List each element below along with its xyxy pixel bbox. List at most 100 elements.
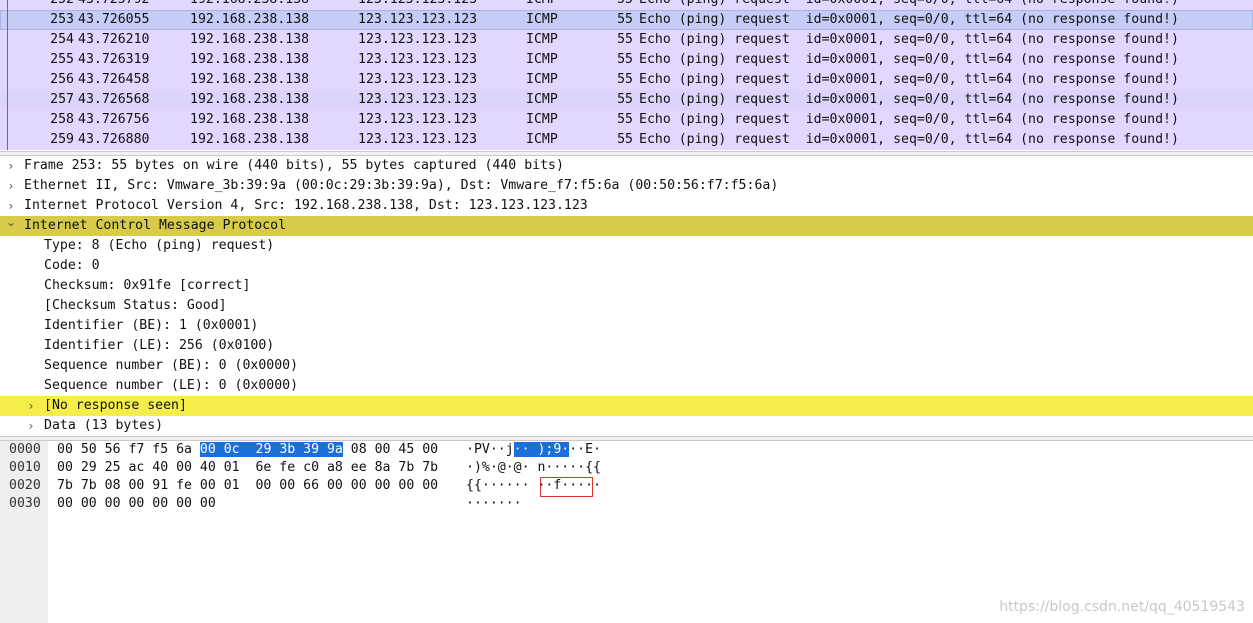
packet-source: 192.168.238.138 <box>190 92 310 107</box>
related-packet-marker <box>0 110 16 130</box>
packet-info: Echo (ping) request id=0x0001, seq=0/0, … <box>639 72 1179 87</box>
tree-item-field[interactable]: Checksum: 0x91fe [correct] <box>0 276 1253 296</box>
chevron-right-icon[interactable]: › <box>6 156 16 176</box>
packet-number: 257 <box>50 92 74 107</box>
ascii-bytes[interactable]: ······· <box>466 495 522 513</box>
packet-time: 43.726756 <box>78 112 150 127</box>
tree-item-label: Internet Control Message Protocol <box>24 218 287 233</box>
packet-row[interactable]: 255 43.726319 192.168.238.138 123.123.123.1… <box>0 50 1253 70</box>
ascii-segment: ······· <box>466 496 522 511</box>
packet-length: 55 <box>617 12 633 27</box>
packet-bytes-pane[interactable]: 0000 00 50 56 f7 f5 6a 00 0c 29 3b 39 9a … <box>0 441 1253 623</box>
tree-item-label: Data (13 bytes) <box>44 418 164 433</box>
packet-info: Echo (ping) request id=0x0001, seq=0/0, … <box>639 112 1179 127</box>
chevron-right-icon[interactable]: › <box>26 396 36 416</box>
packet-time: 43.726568 <box>78 92 150 107</box>
packet-length: 55 <box>615 0 633 10</box>
hex-bytes[interactable]: 00 00 00 00 00 00 00 <box>57 495 216 513</box>
packet-destination: 123.123.123.123 <box>358 112 478 127</box>
chevron-right-icon[interactable]: › <box>6 176 16 196</box>
bytes-row[interactable]: 0000 00 50 56 f7 f5 6a 00 0c 29 3b 39 9a … <box>0 441 1253 459</box>
tree-item-field[interactable]: Code: 0 <box>0 256 1253 276</box>
ascii-segment: {{······ ··f····· <box>466 478 601 493</box>
tree-item-label: [No response seen] <box>44 398 187 413</box>
tree-item-label: Internet Protocol Version 4, Src: 192.16… <box>24 198 588 213</box>
packet-row[interactable]: 254 43.726210 192.168.238.138 123.123.123.1… <box>0 30 1253 50</box>
tree-item-field[interactable]: › Data (13 bytes) <box>0 416 1253 436</box>
tree-item-field[interactable]: Identifier (BE): 1 (0x0001) <box>0 316 1253 336</box>
packet-row[interactable]: 256 43.726458 192.168.238.138 123.123.123.1… <box>0 70 1253 90</box>
ascii-bytes[interactable]: {{······ ··f····· <box>466 477 601 495</box>
packet-source: 192.168.238.138 <box>190 132 310 147</box>
packet-number: 259 <box>50 132 74 147</box>
tree-item-field[interactable]: Sequence number (BE): 0 (0x0000) <box>0 356 1253 376</box>
packet-length: 55 <box>617 132 633 147</box>
tree-item-field[interactable]: Sequence number (LE): 0 (0x0000) <box>0 376 1253 396</box>
packet-source: 192.168.238.138 <box>190 0 309 10</box>
tree-item-protocol[interactable]: › Internet Protocol Version 4, Src: 192.1… <box>0 196 1253 216</box>
ascii-highlight: ·· );9· <box>513 442 570 457</box>
ascii-bytes[interactable]: ·)%·@·@· n·····{{ <box>466 459 601 477</box>
packet-details-tree[interactable]: › Frame 253: 55 bytes on wire (440 bits),… <box>0 156 1253 436</box>
tree-item-label: Ethernet II, Src: Vmware_3b:39:9a (00:0c… <box>24 178 779 193</box>
hex-segment: 00 29 25 ac 40 00 40 01 6e fe c0 a8 ee 8… <box>57 460 439 475</box>
hex-bytes[interactable]: 7b 7b 08 00 91 fe 00 01 00 00 66 00 00 0… <box>57 477 438 495</box>
packet-destination: 123.123.123.123 <box>358 32 478 47</box>
bytes-row[interactable]: 0020 7b 7b 08 00 91 fe 00 01 00 00 66 00 … <box>0 477 1253 495</box>
packet-source: 192.168.238.138 <box>190 32 310 47</box>
tree-item-label: Identifier (BE): 1 (0x0001) <box>44 318 259 333</box>
packet-length: 55 <box>617 32 633 47</box>
packet-list[interactable]: 252 43.725792 192.168.238.138 123.123.123.1… <box>0 0 1253 151</box>
tree-item-protocol[interactable]: ⌄ Internet Control Message Protocol <box>0 216 1253 236</box>
packet-time: 43.726458 <box>78 72 150 87</box>
packet-row[interactable]: 257 43.726568 192.168.238.138 123.123.123.1… <box>0 90 1253 110</box>
packet-time: 43.726055 <box>78 12 150 27</box>
packet-protocol: ICMP <box>526 72 558 87</box>
tree-item-label: Type: 8 (Echo (ping) request) <box>44 238 275 253</box>
tree-item-field[interactable]: Type: 8 (Echo (ping) request) <box>0 236 1253 256</box>
hex-segment: 08 00 45 00 <box>342 442 439 457</box>
packet-protocol: ICMP <box>526 12 558 27</box>
packet-number: 256 <box>50 72 74 87</box>
packet-protocol: ICMP <box>526 112 558 127</box>
packet-protocol: ICMP <box>526 92 558 107</box>
hex-segment: 7b 7b 08 00 91 fe 00 01 00 00 66 00 00 0… <box>57 478 439 493</box>
tree-item-label: Sequence number (BE): 0 (0x0000) <box>44 358 299 373</box>
tree-item-field[interactable]: Identifier (LE): 256 (0x0100) <box>0 336 1253 356</box>
tree-item-protocol[interactable]: › Ethernet II, Src: Vmware_3b:39:9a (00:0… <box>0 176 1253 196</box>
bytes-row[interactable]: 0030 00 00 00 00 00 00 00 ······· <box>0 495 1253 513</box>
chevron-right-icon[interactable]: › <box>6 196 16 216</box>
packet-length: 55 <box>617 92 633 107</box>
tree-item-protocol[interactable]: › Frame 253: 55 bytes on wire (440 bits),… <box>0 156 1253 176</box>
tree-item-label: [Checksum Status: Good] <box>44 298 227 313</box>
ascii-segment: ··E· <box>569 442 601 457</box>
packet-time: 43.726319 <box>78 52 150 67</box>
chevron-right-icon[interactable]: › <box>26 416 36 436</box>
tree-item-field[interactable]: › [No response seen] <box>0 396 1253 416</box>
packet-source: 192.168.238.138 <box>190 52 310 67</box>
bytes-row[interactable]: 0010 00 29 25 ac 40 00 40 01 6e fe c0 a8 … <box>0 459 1253 477</box>
tree-item-label: Frame 253: 55 bytes on wire (440 bits), … <box>24 158 564 173</box>
packet-row[interactable]: 253 43.726055 192.168.238.138 123.123.123.1… <box>0 10 1253 30</box>
tree-item-label: Checksum: 0x91fe [correct] <box>44 278 251 293</box>
chevron-down-icon[interactable]: ⌄ <box>6 216 16 236</box>
packet-row[interactable]: 259 43.726880 192.168.238.138 123.123.123.1… <box>0 130 1253 150</box>
hex-highlight: 00 0c 29 3b 39 9a <box>199 442 343 457</box>
packet-time: 43.726880 <box>78 132 150 147</box>
packet-row[interactable]: 252 43.725792 192.168.238.138 123.123.123.1… <box>0 0 1253 10</box>
packet-source: 192.168.238.138 <box>190 12 310 27</box>
packet-destination: 123.123.123.123 <box>358 132 478 147</box>
packet-number: 253 <box>50 12 74 27</box>
packet-length: 55 <box>617 72 633 87</box>
hex-bytes[interactable]: 00 29 25 ac 40 00 40 01 6e fe c0 a8 ee 8… <box>57 459 438 477</box>
tree-item-field[interactable]: [Checksum Status: Good] <box>0 296 1253 316</box>
byte-offset: 0020 <box>9 478 41 493</box>
related-packet-marker <box>0 130 16 150</box>
hex-bytes[interactable]: 00 50 56 f7 f5 6a 00 0c 29 3b 39 9a 08 0… <box>57 441 438 459</box>
packet-row[interactable]: 258 43.726756 192.168.238.138 123.123.123.1… <box>0 110 1253 130</box>
related-packet-marker <box>0 70 16 90</box>
byte-offset: 0000 <box>9 442 41 457</box>
packet-destination: 123.123.123.123 <box>358 52 478 67</box>
tree-item-label: Identifier (LE): 256 (0x0100) <box>44 338 275 353</box>
ascii-bytes[interactable]: ·PV··j·· );9···E· <box>466 441 601 459</box>
